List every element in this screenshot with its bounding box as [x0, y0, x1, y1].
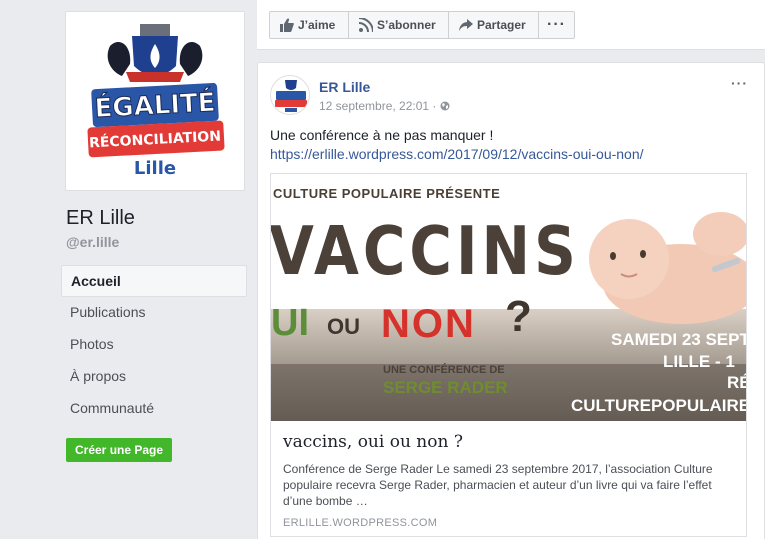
image-text-city: LILLE - 1 [663, 352, 735, 371]
post-text: Une conférence à ne pas manquer ! [270, 127, 494, 143]
link-preview-title[interactable]: vaccins, oui ou non ? [283, 432, 734, 452]
post-author-avatar[interactable] [270, 75, 310, 115]
image-text-conference: UNE CONFÉRENCE DE [383, 364, 505, 376]
page-handle[interactable]: @er.lille [66, 234, 119, 250]
page-nav: Accueil Publications Photos À propos Com… [61, 265, 247, 425]
link-preview-description: Conférence de Serge Rader Le samedi 23 s… [283, 462, 713, 508]
image-text-non: NON [381, 302, 476, 346]
link-preview-domain: ERLILLE.WORDPRESS.COM [283, 517, 438, 529]
more-options-button[interactable]: ··· [538, 11, 575, 39]
rss-icon [359, 18, 373, 32]
share-label: Partager [477, 18, 526, 32]
link-preview-body[interactable]: vaccins, oui ou non ? Conférence de Serg… [271, 422, 746, 529]
post-author-name[interactable]: ER Lille [319, 79, 370, 95]
page-name[interactable]: ER Lille [66, 207, 135, 230]
logo-image: ÉGALITÉ RÉCONCILIATION Lille [87, 24, 225, 179]
post-card: ER Lille 12 septembre, 22:01 · ··· Une c… [257, 62, 765, 539]
thumbs-up-icon [280, 18, 294, 32]
like-button[interactable]: J’aime [269, 11, 349, 39]
svg-text:Lille: Lille [134, 158, 176, 179]
share-button[interactable]: Partager [448, 11, 539, 39]
avatar-logo-image [275, 80, 307, 112]
image-text-question: ? [505, 292, 532, 341]
like-label: J’aime [298, 18, 336, 32]
post-meta: 12 septembre, 22:01 · [319, 99, 450, 113]
image-text-oui: UI [271, 302, 309, 344]
image-text-vaccins: VACCINS [271, 212, 580, 291]
image-text-ou: OU [327, 314, 360, 339]
subscribe-label: S’abonner [377, 18, 436, 32]
image-text-url: CULTUREPOPULAIRE@ [571, 396, 746, 415]
profile-picture[interactable]: ÉGALITÉ RÉCONCILIATION Lille [65, 11, 245, 191]
globe-icon [440, 101, 450, 111]
image-text-date: SAMEDI 23 SEPT [611, 330, 747, 349]
nav-item-a-propos[interactable]: À propos [61, 361, 247, 393]
create-page-button[interactable]: Créer une Page [66, 438, 173, 462]
image-text-re: RÉ [727, 373, 746, 392]
nav-item-publications[interactable]: Publications [61, 297, 247, 329]
subscribe-button[interactable]: S’abonner [348, 11, 449, 39]
post-options-menu[interactable]: ··· [731, 75, 748, 91]
nav-item-accueil[interactable]: Accueil [61, 265, 247, 297]
link-preview[interactable]: CULTURE POPULAIRE PRÉSENTE VACCINS UI OU… [270, 173, 747, 537]
nav-item-photos[interactable]: Photos [61, 329, 247, 361]
page-logo: ÉGALITÉ RÉCONCILIATION Lille [70, 16, 240, 186]
share-arrow-icon [459, 19, 473, 31]
post-link[interactable]: https://erlille.wordpress.com/2017/09/12… [270, 145, 644, 164]
page-actions-bar: J’aime S’abonner Partager ··· [257, 0, 765, 50]
nav-item-communaute[interactable]: Communauté [61, 393, 247, 425]
post-timestamp[interactable]: 12 septembre, 22:01 · [319, 99, 440, 113]
image-text-speaker: SERGE RADER [383, 378, 508, 397]
link-preview-image[interactable]: CULTURE POPULAIRE PRÉSENTE VACCINS UI OU… [271, 174, 747, 421]
image-text-presenter: CULTURE POPULAIRE PRÉSENTE [273, 186, 501, 201]
